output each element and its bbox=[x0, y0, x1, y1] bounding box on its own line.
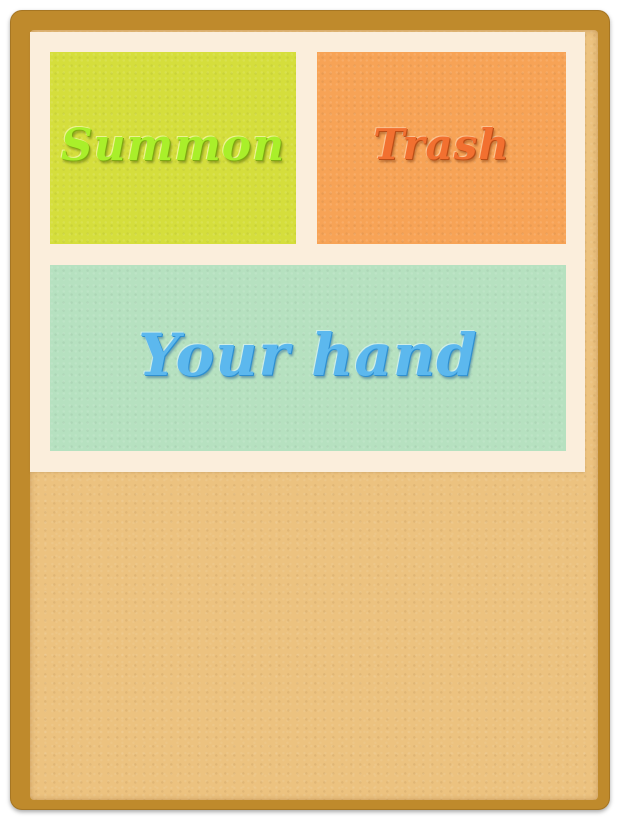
summon-zone-label: Summon bbox=[60, 119, 286, 171]
summon-zone[interactable]: Summon bbox=[50, 52, 296, 244]
trash-zone[interactable]: Trash bbox=[317, 52, 566, 244]
hand-zone[interactable]: Your hand bbox=[50, 265, 566, 451]
hand-zone-label: Your hand bbox=[138, 321, 478, 389]
trash-zone-label: Trash bbox=[373, 119, 510, 169]
